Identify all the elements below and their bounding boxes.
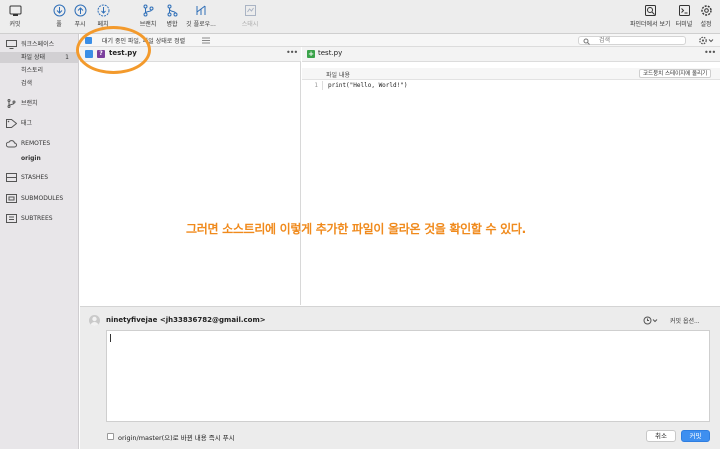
git-flow-icon	[196, 5, 205, 15]
submodule-icon	[6, 194, 17, 203]
git-flow-button-label: 깃 플로우...	[186, 21, 216, 28]
sidebar-workspace-label: 워크스페이스	[21, 41, 55, 48]
list-view-icon[interactable]	[201, 37, 211, 44]
highlight-circle	[76, 26, 151, 74]
annotation-caption: 그러면 소스트리에 이렇게 추가한 파일이 올라온 것을 확인할 수 있다.	[186, 222, 526, 236]
avatar	[89, 315, 100, 326]
settings-icon	[700, 5, 712, 16]
settings-button[interactable]: 설정	[691, 4, 720, 32]
hunk-title: 파일 내용	[326, 72, 350, 79]
sidebar-branches[interactable]: 브랜치	[0, 98, 79, 109]
sidebar-remotes-label: REMOTES	[21, 140, 51, 147]
branch-icon	[7, 99, 16, 108]
code-text: print("Hello, World!")	[328, 82, 408, 89]
sidebar-tags-label: 태그	[21, 120, 33, 127]
commit-author: ninetyfivejae <jh33836782@gmail.com>	[106, 316, 266, 324]
search-icon	[583, 38, 590, 45]
commit-area: ninetyfivejae <jh33836782@gmail.com> 커밋 …	[80, 306, 720, 449]
finder-icon	[644, 5, 656, 16]
stash-button-label: 스태시	[241, 21, 259, 28]
merge-button-label: 병합	[166, 21, 178, 28]
search-placeholder: 검색	[599, 37, 611, 44]
sidebar-branches-label: 브랜치	[21, 100, 38, 107]
commit-options-dropdown[interactable]: 커밋 옵션...	[670, 316, 700, 325]
fetch-icon	[97, 4, 109, 17]
settings-label: 설정	[700, 21, 712, 28]
push-immediately-checkbox[interactable]	[107, 433, 114, 440]
sidebar-subtrees-label: SUBTREES	[21, 215, 53, 222]
commit-button[interactable]: 커밋	[0, 4, 30, 32]
line-number: 1	[314, 82, 318, 89]
git-flow-button[interactable]: 깃 플로우...	[184, 4, 218, 32]
added-file-icon: +	[307, 50, 315, 58]
text-caret	[110, 334, 111, 342]
merge-icon	[167, 4, 177, 17]
sourcetree-window: 커밋 풀 푸시 페치 브랜치 병합 깃 플로우... 스태시 파인더에서 보기 …	[0, 0, 720, 449]
sidebar-item-label: 파일 상태	[21, 54, 45, 61]
commit-button-label: 커밋	[9, 21, 21, 28]
gear-icon[interactable]	[698, 36, 714, 45]
push-immediately-label[interactable]: origin/master(으)로 바뀐 내용 즉시 푸시	[118, 432, 235, 442]
show-in-finder-button[interactable]: 파인더에서 보기	[630, 4, 671, 32]
code-line: 1 print("Hello, World!")	[302, 81, 720, 90]
sidebar-item-label: 히스토리	[21, 67, 44, 74]
stash-icon	[6, 173, 17, 182]
sidebar: 워크스페이스 파일 상태 1 히스토리 검색 브랜치 태그 REMOTES or…	[0, 34, 79, 449]
monitor-icon	[6, 40, 17, 49]
commit-submit-button[interactable]: 커밋	[681, 430, 710, 442]
subtree-icon	[6, 214, 17, 223]
diff-header: + test.py •••	[302, 47, 720, 62]
cancel-button[interactable]: 취소	[646, 430, 676, 442]
stash-button[interactable]: 스태시	[235, 4, 265, 32]
sidebar-item-label: 검색	[21, 80, 33, 87]
push-icon	[74, 4, 86, 17]
sidebar-item-search[interactable]: 검색	[0, 78, 79, 89]
pull-icon	[53, 4, 65, 17]
commit-icon	[9, 5, 21, 16]
more-options-icon[interactable]: •••	[704, 48, 716, 57]
sidebar-tags[interactable]: 태그	[0, 118, 79, 129]
sidebar-item-label: origin	[21, 155, 41, 162]
staged-files-panel: ? test.py •••	[80, 47, 301, 305]
sidebar-item-file-status[interactable]: 파일 상태 1	[0, 52, 79, 63]
diff-file-name: test.py	[318, 49, 343, 57]
stash-icon	[244, 5, 256, 16]
sidebar-item-origin[interactable]: origin	[0, 153, 79, 164]
sidebar-workspace[interactable]: 워크스페이스	[0, 39, 79, 50]
sidebar-submodules[interactable]: SUBMODULES	[0, 193, 79, 204]
stage-hunk-button[interactable]: 코드뭉치 스테이지에 올리기	[639, 69, 712, 78]
cloud-icon	[6, 140, 17, 148]
user-icon	[90, 316, 99, 326]
sidebar-remotes[interactable]: REMOTES	[0, 138, 79, 149]
diff-panel: + test.py ••• 파일 내용 코드뭉치 스테이지에 올리기 1 pri…	[302, 47, 720, 305]
sidebar-stashes-label: STASHES	[21, 174, 49, 181]
filter-bar: 대기 중인 파일, 파일 상태로 정렬 검색	[80, 34, 720, 47]
sidebar-item-history[interactable]: 히스토리	[0, 65, 79, 76]
more-options-icon[interactable]: •••	[286, 48, 298, 57]
branch-icon	[143, 4, 153, 17]
terminal-icon	[678, 5, 690, 16]
merge-button[interactable]: 병합	[157, 4, 187, 32]
sidebar-stashes[interactable]: STASHES	[0, 172, 79, 183]
sidebar-subtrees[interactable]: SUBTREES	[0, 213, 79, 224]
gutter-divider	[322, 81, 323, 90]
hunk-header: 파일 내용 코드뭉치 스테이지에 올리기	[302, 68, 720, 80]
file-status-count-badge: 1	[65, 54, 69, 61]
sidebar-submodules-label: SUBMODULES	[21, 195, 64, 202]
clock-icon[interactable]	[643, 316, 659, 325]
show-in-finder-label: 파인더에서 보기	[630, 21, 671, 28]
tag-icon	[6, 119, 17, 128]
commit-message-input[interactable]	[106, 330, 710, 422]
search-input[interactable]: 검색	[578, 36, 686, 45]
